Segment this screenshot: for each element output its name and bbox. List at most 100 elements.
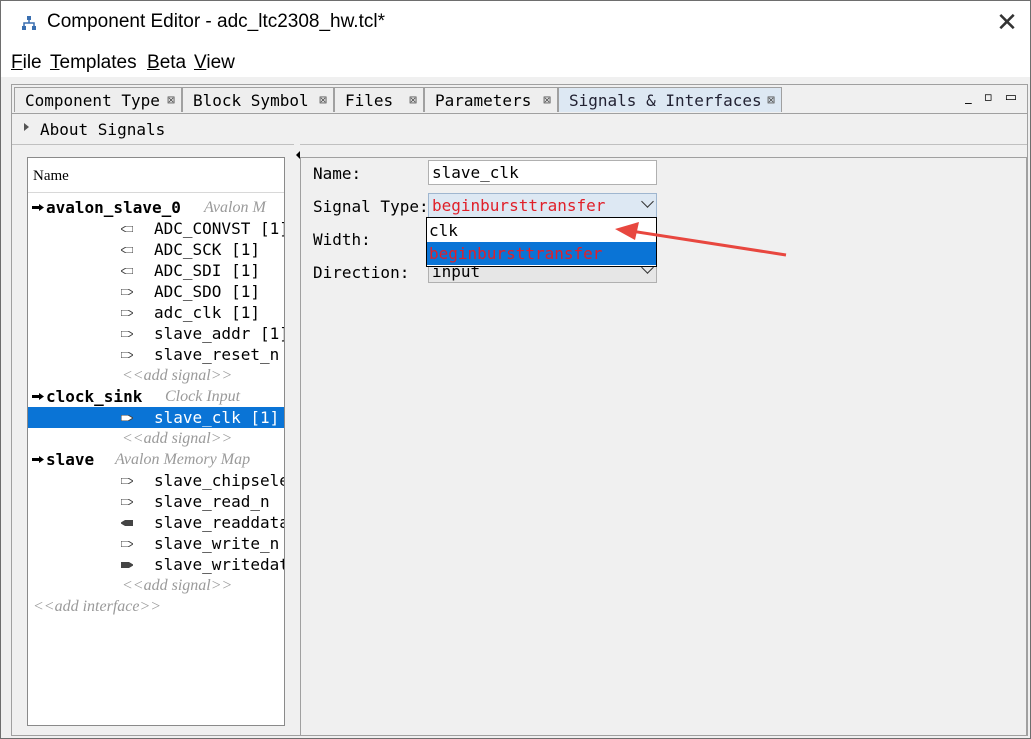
output-port-icon (121, 226, 133, 232)
signal-name: slave_clk [1] (154, 408, 280, 427)
add-signal-link[interactable]: <<add signal>> (122, 428, 232, 449)
menu-beta[interactable]: Beta (147, 52, 186, 74)
annotation-arrow (615, 222, 787, 257)
signal-row-selected[interactable]: slave_clk [1] (28, 407, 284, 428)
signal-name: slave_write_n (154, 534, 280, 553)
signal-row[interactable]: slave_readdata (28, 512, 284, 533)
tab-close-icon[interactable]: ⊠ (767, 88, 775, 113)
tab-close-icon[interactable]: ⊠ (319, 88, 327, 113)
signal-type-label: Signal Type: (313, 197, 429, 216)
interface-port-icon (32, 204, 44, 211)
signal-name: ADC_SDI [1] (154, 261, 260, 280)
name-input[interactable]: slave_clk (428, 160, 657, 185)
add-signal-link[interactable]: <<add signal>> (122, 575, 232, 596)
menu-file[interactable]: File (11, 52, 42, 74)
signal-name: slave_read_n (154, 492, 270, 511)
input-port-icon (121, 352, 133, 358)
signal-name: adc_clk [1] (154, 303, 260, 322)
name-label: Name: (313, 164, 362, 183)
tab-close-icon[interactable]: ⊠ (409, 88, 417, 113)
signal-row[interactable]: slave_writedata (28, 554, 284, 575)
tab-close-icon[interactable]: ⊠ (167, 88, 175, 113)
chevron-down-icon (641, 195, 654, 208)
tab-label: Files (345, 91, 394, 110)
tab-component-type[interactable]: Component Type ⊠ (14, 87, 182, 112)
about-signals-section[interactable]: About Signals (12, 114, 1027, 145)
close-icon[interactable]: ✕ (995, 10, 1019, 36)
input-port-icon (121, 499, 133, 505)
add-interface-row[interactable]: <<add interface>> (28, 596, 284, 617)
app-icon (22, 16, 36, 30)
signal-row[interactable]: ADC_SDO [1] (28, 281, 284, 302)
signal-name: slave_addr [1] (154, 324, 284, 343)
tab-block-symbol[interactable]: Block Symbol ⊠ (182, 87, 334, 112)
interface-type: Avalon Memory Map (115, 451, 251, 468)
interface-name: avalon_slave_0 (46, 198, 181, 217)
signal-row[interactable]: slave_chipselect (28, 470, 284, 491)
menu-view[interactable]: View (194, 52, 235, 74)
tab-bar: Component Type ⊠ Block Symbol ⊠ Files ⊠ … (12, 85, 1027, 114)
tab-files[interactable]: Files ⊠ (334, 87, 424, 112)
tree-column-header: Name (28, 158, 284, 193)
signal-row[interactable]: ADC_CONVST [1] (28, 218, 284, 239)
component-editor-window: Component Editor - adc_ltc2308_hw.tcl* ✕… (0, 0, 1031, 739)
signal-name: slave_writedata (154, 555, 284, 574)
about-signals-label: About Signals (40, 120, 166, 139)
signals-tree: Name avalon_slave_0 Avalon M ADC_CONVST … (27, 157, 285, 726)
signal-name: ADC_SCK [1] (154, 240, 260, 259)
signal-row[interactable]: ADC_SDI [1] (28, 260, 284, 281)
add-interface-link[interactable]: <<add interface>> (33, 596, 161, 617)
output-port-icon (121, 268, 133, 274)
input-port-icon (121, 310, 133, 316)
signal-name: slave_readdata (154, 513, 284, 532)
interface-row[interactable]: avalon_slave_0 Avalon M (28, 197, 284, 218)
interface-port-icon (32, 456, 44, 463)
name-column-header: Name (33, 168, 69, 184)
panel-window-controls[interactable]: _ ▫ ▭ (965, 90, 1021, 105)
width-label: Width: (313, 230, 371, 249)
output-port-icon (121, 247, 133, 253)
tab-signals-interfaces[interactable]: Signals & Interfaces ⊠ (558, 87, 782, 112)
input-port-icon (121, 331, 133, 337)
input-port-icon (121, 478, 133, 484)
interface-type: Avalon M (204, 199, 266, 216)
tab-parameters[interactable]: Parameters ⊠ (424, 87, 558, 112)
signal-row[interactable]: slave_read_n (28, 491, 284, 512)
menu-bar: File Templates Beta View (1, 48, 1030, 77)
tab-label: Block Symbol (193, 91, 309, 110)
interface-name: clock_sink (46, 387, 143, 406)
signal-row[interactable]: slave_reset_n (28, 344, 284, 365)
add-signal-link[interactable]: <<add signal>> (122, 365, 232, 386)
input-port-icon (121, 415, 133, 421)
tab-label: Parameters (435, 91, 532, 110)
input-port-icon (121, 289, 133, 295)
signal-row[interactable]: ADC_SCK [1] (28, 239, 284, 260)
interface-row[interactable]: slave Avalon Memory Map (28, 449, 284, 470)
signal-name: ADC_CONVST [1] (154, 219, 284, 238)
signal-row[interactable]: slave_write_n (28, 533, 284, 554)
tab-label: Signals & Interfaces (569, 91, 762, 110)
interface-name: slave (46, 450, 95, 469)
window-title: Component Editor - adc_ltc2308_hw.tcl* (47, 11, 385, 32)
add-signal-row[interactable]: <<add signal>> (28, 575, 284, 596)
signal-name: slave_chipselect (154, 471, 284, 490)
signal-name: slave_reset_n (154, 345, 280, 364)
direction-label: Direction: (313, 263, 410, 282)
interface-row[interactable]: clock_sink Clock Input (28, 386, 284, 407)
output-port-icon (121, 520, 133, 526)
tab-label: Component Type (25, 91, 160, 110)
add-signal-row[interactable]: <<add signal>> (28, 365, 284, 386)
interface-port-icon (32, 393, 44, 400)
signal-row[interactable]: adc_clk [1] (28, 302, 284, 323)
expand-triangle-icon[interactable] (24, 123, 29, 131)
tab-close-icon[interactable]: ⊠ (543, 88, 551, 113)
interface-type: Clock Input (165, 388, 241, 405)
menu-templates[interactable]: Templates (50, 52, 137, 74)
editor-panel: Component Type ⊠ Block Symbol ⊠ Files ⊠ … (11, 84, 1028, 736)
signal-row[interactable]: slave_addr [1] (28, 323, 284, 344)
input-port-icon (121, 562, 133, 568)
signal-name: ADC_SDO [1] (154, 282, 260, 301)
input-port-icon (121, 541, 133, 547)
add-signal-row[interactable]: <<add signal>> (28, 428, 284, 449)
signal-type-value: beginbursttransfer (432, 196, 606, 215)
